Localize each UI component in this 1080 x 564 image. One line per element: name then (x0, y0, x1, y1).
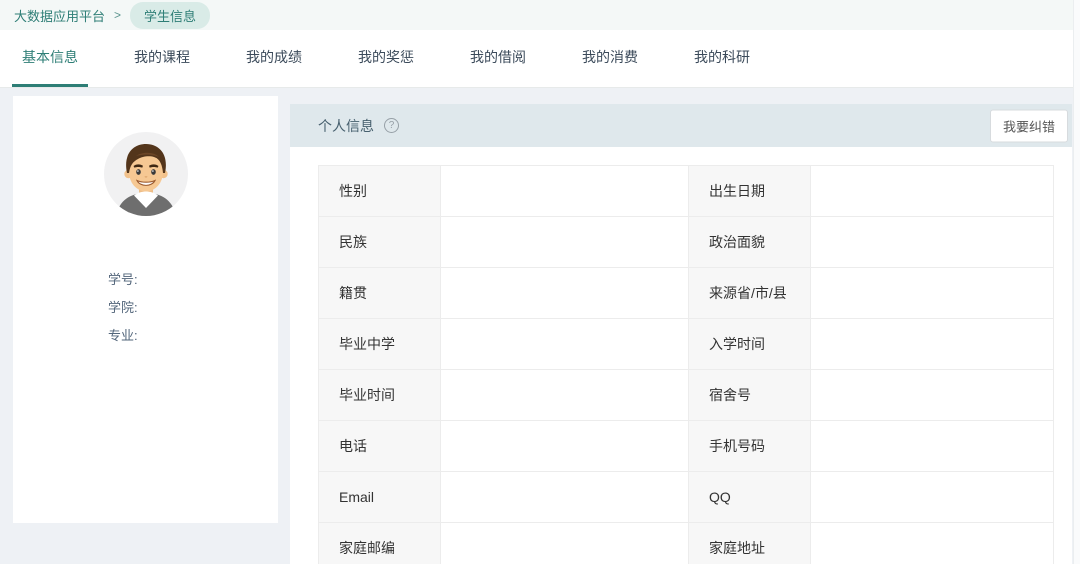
profile-card: 学号: 学院: 专业: (13, 96, 278, 523)
breadcrumb-platform[interactable]: 大数据应用平台 (14, 6, 105, 25)
college-label: 学院: (108, 300, 278, 315)
field-value (441, 319, 689, 370)
breadcrumb-separator: > (114, 8, 121, 22)
field-value (441, 217, 689, 268)
field-label: 宿舍号 (689, 370, 811, 421)
tab-my-rewards[interactable]: 我的奖惩 (348, 30, 424, 87)
avatar (13, 132, 278, 216)
tab-my-research[interactable]: 我的科研 (684, 30, 760, 87)
table-row: 毕业时间 宿舍号 (319, 370, 1054, 421)
field-label: 手机号码 (689, 421, 811, 472)
field-label: QQ (689, 472, 811, 523)
field-label: 入学时间 (689, 319, 811, 370)
field-value (811, 319, 1054, 370)
help-icon[interactable]: ? (384, 118, 399, 133)
student-number-label: 学号: (108, 272, 278, 287)
field-label: 民族 (319, 217, 441, 268)
breadcrumb-current-tag[interactable]: 学生信息 (130, 2, 210, 29)
field-value (441, 370, 689, 421)
panel-title: 个人信息 (318, 116, 374, 136)
scrollbar-track[interactable] (1073, 0, 1080, 564)
table-row: 电话 手机号码 (319, 421, 1054, 472)
report-error-button[interactable]: 我要纠错 (990, 109, 1068, 142)
field-value (811, 472, 1054, 523)
tab-basic-info[interactable]: 基本信息 (12, 30, 88, 87)
tab-my-borrowing[interactable]: 我的借阅 (460, 30, 536, 87)
field-value (441, 523, 689, 564)
personal-info-panel: 个人信息 ? 我要纠错 性别 出生日期 民族 政治面貌 籍贯 来源省/市/县 (290, 104, 1072, 564)
field-label: 籍贯 (319, 268, 441, 319)
field-value (811, 217, 1054, 268)
field-value (811, 166, 1054, 217)
table-row: Email QQ (319, 472, 1054, 523)
tab-my-spending[interactable]: 我的消费 (572, 30, 648, 87)
field-value (811, 268, 1054, 319)
table-row: 家庭邮编 家庭地址 (319, 523, 1054, 564)
major-label: 专业: (108, 328, 278, 343)
personal-info-table: 性别 出生日期 民族 政治面貌 籍贯 来源省/市/县 毕业中学 入学时间 (318, 165, 1054, 564)
field-value (441, 268, 689, 319)
table-row: 民族 政治面貌 (319, 217, 1054, 268)
table-row: 籍贯 来源省/市/县 (319, 268, 1054, 319)
table-row: 毕业中学 入学时间 (319, 319, 1054, 370)
field-label: 家庭地址 (689, 523, 811, 564)
field-label: 出生日期 (689, 166, 811, 217)
field-label: 政治面貌 (689, 217, 811, 268)
avatar-image (104, 132, 188, 216)
field-value (441, 421, 689, 472)
tab-bar: 基本信息 我的课程 我的成绩 我的奖惩 我的借阅 我的消费 我的科研 (0, 30, 1080, 88)
breadcrumb: 大数据应用平台 > 学生信息 (0, 0, 1080, 30)
field-value (811, 370, 1054, 421)
field-label: 毕业时间 (319, 370, 441, 421)
panel-header: 个人信息 ? 我要纠错 (290, 104, 1072, 147)
table-row: 性别 出生日期 (319, 166, 1054, 217)
field-label: 毕业中学 (319, 319, 441, 370)
field-label: 电话 (319, 421, 441, 472)
student-id-fields: 学号: 学院: 专业: (13, 272, 278, 343)
field-value (811, 523, 1054, 564)
tab-my-courses[interactable]: 我的课程 (124, 30, 200, 87)
field-label: 性别 (319, 166, 441, 217)
field-label: Email (319, 472, 441, 523)
field-value (811, 421, 1054, 472)
field-value (441, 166, 689, 217)
tab-my-grades[interactable]: 我的成绩 (236, 30, 312, 87)
field-label: 家庭邮编 (319, 523, 441, 564)
field-label: 来源省/市/县 (689, 268, 811, 319)
field-value (441, 472, 689, 523)
